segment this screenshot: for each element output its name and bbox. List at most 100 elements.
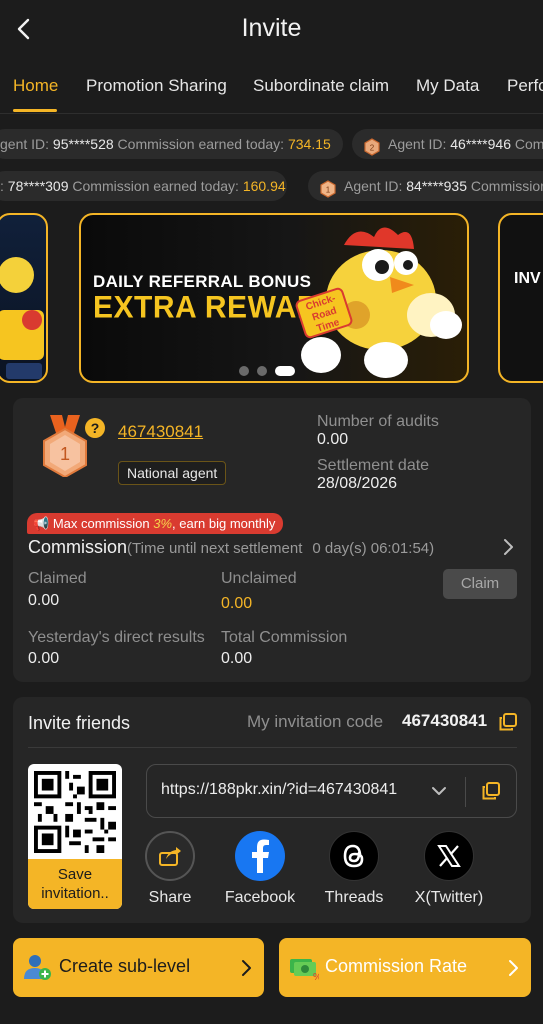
audits-label: Number of audits [317, 413, 439, 430]
ticker-amount: 160.94 [242, 178, 286, 194]
threads-icon [329, 831, 379, 881]
x-twitter-share-button[interactable]: X(Twitter) [404, 831, 494, 907]
svg-text:1: 1 [326, 186, 331, 195]
copy-link-icon[interactable] [482, 782, 500, 800]
threads-share-button[interactable]: Threads [309, 831, 399, 907]
facebook-label: Facebook [224, 889, 296, 906]
carousel-dots [239, 366, 295, 376]
add-user-icon [23, 953, 51, 981]
create-sub-level-label: Create sub-level [59, 956, 191, 976]
page-title: Invite [241, 14, 302, 42]
invitation-link-field[interactable]: https://188pkr.xin/?id=467430841 [146, 764, 517, 818]
banner-slide-prev[interactable] [0, 213, 48, 383]
ticker-prefix: : [0, 178, 8, 194]
yesterday-value: 0.00 [28, 650, 60, 667]
commission-rate-label: Commission Rate [325, 956, 468, 976]
ticker-text: Commission earned today: [68, 178, 243, 194]
settlement-value: 28/08/2026 [317, 475, 398, 492]
promo-prefix: Max commission [52, 516, 154, 531]
commission-rate-icon: % [289, 953, 322, 983]
promo-suffix: , earn big monthly [172, 516, 276, 531]
countdown-value: 0 day(s) 06:01:54) [312, 540, 435, 557]
chevron-right-icon[interactable] [499, 537, 517, 557]
ticker-chip: : 78****309 Commission earned today: 160… [0, 171, 287, 201]
svg-text:2: 2 [370, 144, 375, 153]
ticker-prefix: Agent ID: [344, 178, 407, 194]
qr-code-image [34, 771, 116, 853]
ticker-text: Commission earned today: [113, 136, 288, 152]
unclaimed-value: 0.00 [221, 595, 253, 612]
agent-card: 1 ? 467430841 National agent Number of a… [13, 398, 531, 682]
chevron-down-icon[interactable] [431, 784, 447, 802]
settlement-label: Settlement date [317, 457, 430, 474]
tab-home[interactable]: Home [13, 76, 58, 96]
promo-icon: 📢 [33, 516, 50, 531]
claim-button[interactable]: Claim [443, 569, 517, 599]
tab-subordinate-claim[interactable]: Subordinate claim [253, 76, 389, 96]
ticker-row-1: gent ID: 95****528 Commission earned tod… [0, 127, 543, 163]
help-icon[interactable]: ? [85, 418, 105, 438]
invite-title: Invite friends [28, 713, 131, 733]
chevron-right-icon [507, 958, 519, 978]
create-sub-level-button[interactable]: Create sub-level [13, 938, 264, 997]
separator [465, 777, 466, 807]
chevron-right-icon [240, 958, 252, 978]
tab-my-data[interactable]: My Data [416, 76, 479, 96]
banner-slide-next[interactable]: INV RS PER [498, 213, 543, 383]
svg-text:1: 1 [60, 444, 70, 464]
copy-code-icon[interactable] [499, 713, 517, 731]
carousel-dot-active[interactable] [275, 366, 295, 376]
carousel-dot[interactable] [257, 366, 267, 376]
ticker-agent-id: 46****946 [450, 136, 511, 152]
promo-percent: 3% [153, 516, 173, 531]
invitation-code-label: My invitation code [247, 712, 384, 731]
x-twitter-icon [424, 831, 474, 881]
x-twitter-label: X(Twitter) [414, 889, 484, 906]
carousel-dot[interactable] [239, 366, 249, 376]
tab-promotion-sharing[interactable]: Promotion Sharing [86, 76, 227, 96]
unclaimed-label: Unclaimed [221, 570, 297, 587]
ticker-chip: gent ID: 95****528 Commission earned tod… [0, 129, 343, 159]
ticker-row-2: : 78****309 Commission earned today: 160… [0, 169, 543, 205]
ticker-prefix: Agent ID: [388, 136, 451, 152]
svg-text:%: % [313, 972, 319, 981]
qr-code-card[interactable]: Save invitation.. [28, 764, 122, 909]
tab-bar: Home Promotion Sharing Subordinate claim… [0, 62, 543, 114]
ticker-text: Com [511, 136, 543, 152]
facebook-share-button[interactable]: Facebook [215, 831, 305, 907]
save-invitation-button[interactable]: Save invitation.. [28, 859, 122, 909]
commission-rate-button[interactable]: % Commission Rate [279, 938, 531, 997]
ticker-text: Commission [467, 178, 543, 194]
share-label: Share [148, 889, 192, 906]
ticker-agent-id: 78****309 [7, 178, 69, 194]
tab-performance[interactable]: Perfo [507, 76, 543, 96]
countdown-label: (Time until next settlement [127, 540, 303, 557]
total-commission-label: Total Commission [221, 629, 348, 646]
agent-level-badge: National agent [118, 461, 227, 485]
banner-next-text: INV RS PER [514, 270, 541, 287]
invitation-code-value: 467430841 [402, 711, 488, 730]
commission-title: Commission [28, 537, 128, 557]
max-commission-badge: 📢 Max commission 3%, earn big monthly [27, 513, 284, 534]
rank-badge-icon: 2 [364, 136, 380, 156]
ticker-agent-id: 84****935 [406, 178, 467, 194]
invitation-link: https://188pkr.xin/?id=467430841 [161, 781, 398, 798]
ticker-agent-id: 95****528 [52, 136, 114, 152]
ticker-prefix: gent ID: [0, 136, 53, 152]
total-commission-value: 0.00 [221, 650, 253, 667]
threads-label: Threads [324, 889, 384, 906]
commission-heading[interactable]: Commission(Time until next settlement 0 … [28, 537, 434, 558]
claimed-label: Claimed [28, 570, 87, 587]
claimed-value: 0.00 [28, 592, 60, 609]
banner-slide-active[interactable]: DAILY REFERRAL BONUS EXTRA REWARDS Chick… [79, 213, 469, 383]
ticker-chip: 2 Agent ID: 46****946 Com [352, 129, 543, 159]
audits-value: 0.00 [317, 431, 349, 448]
rank-badge-icon: 1 [320, 178, 336, 198]
facebook-icon [235, 831, 285, 881]
share-icon [145, 831, 195, 881]
ticker-amount: 734.15 [287, 136, 331, 152]
share-button[interactable]: Share [125, 831, 215, 907]
agent-user-id[interactable]: 467430841 [118, 422, 203, 442]
ticker-chip: 1 Agent ID: 84****935 Commission [308, 171, 543, 201]
rank-medal-icon: 1 [40, 415, 90, 479]
